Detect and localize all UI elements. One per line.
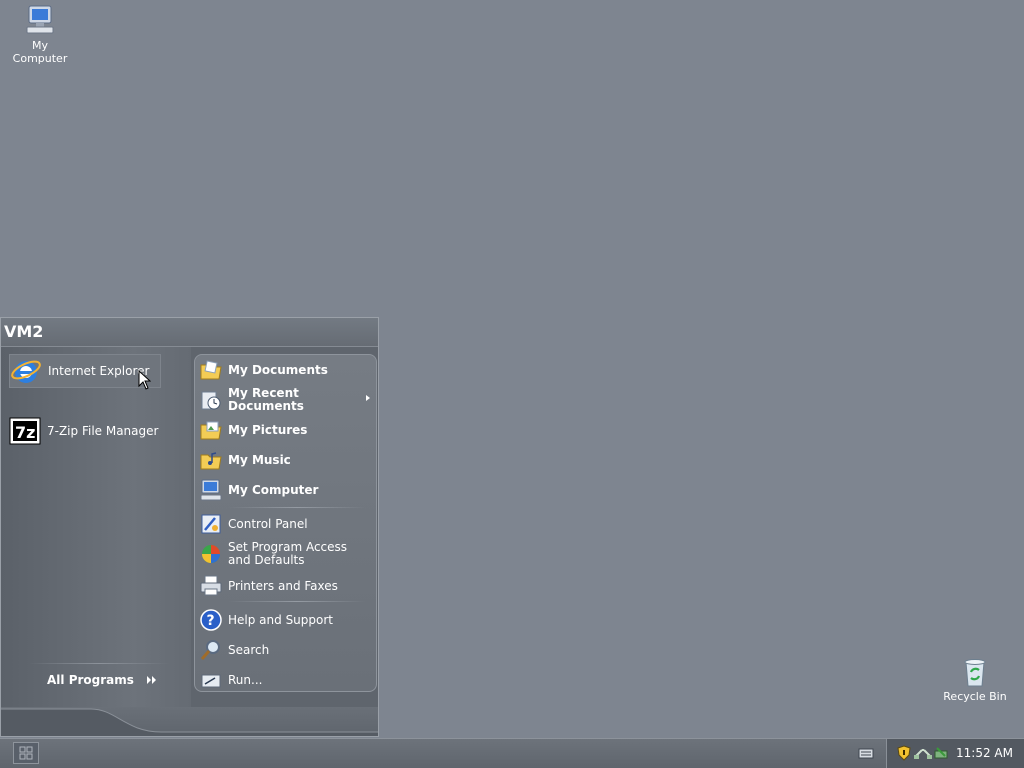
submenu-arrow-icon xyxy=(366,395,370,401)
keyboard-icon[interactable] xyxy=(858,746,874,760)
printer-icon xyxy=(200,575,222,596)
menu-item-label: My Documents xyxy=(228,362,328,377)
separator xyxy=(229,507,365,508)
menu-item-label: My Computer xyxy=(228,482,319,497)
music-folder-icon xyxy=(200,452,222,470)
taskbar: 11:52 AM xyxy=(0,738,1024,768)
menu-item-set-program-access[interactable]: Set Program Access and Defaults xyxy=(199,539,374,569)
menu-item-my-pictures[interactable]: My Pictures xyxy=(199,417,374,443)
separator xyxy=(229,601,365,602)
menu-item-label: Control Panel xyxy=(228,516,308,531)
help-icon: ? xyxy=(200,609,222,631)
run-icon xyxy=(201,674,221,688)
menu-item-my-computer[interactable]: My Computer xyxy=(199,477,374,503)
mouse-cursor-icon xyxy=(138,370,151,390)
menu-item-label: Search xyxy=(228,642,270,657)
security-shield-icon[interactable] xyxy=(897,745,911,761)
desktop-icon-my-computer[interactable]: My Computer xyxy=(0,3,80,65)
control-panel-icon xyxy=(201,514,221,534)
menu-item-search[interactable]: Search xyxy=(199,637,374,663)
my-computer-icon xyxy=(200,479,222,501)
menu-item-label: Set Program Access and Defaults xyxy=(228,540,348,567)
windows-logo-icon xyxy=(19,746,33,760)
recycle-bin-icon xyxy=(964,659,986,687)
menu-item-label: Printers and Faxes xyxy=(228,578,338,593)
menu-item-my-documents[interactable]: My Documents xyxy=(199,357,374,383)
desktop-icon-label: My Computer xyxy=(12,39,68,65)
start-menu-header: VM2 xyxy=(1,318,378,347)
desktop-icon-label: Recycle Bin xyxy=(943,690,1007,703)
menu-item-my-recent-documents[interactable]: My Recent Documents xyxy=(199,385,374,415)
menu-item-my-music[interactable]: My Music xyxy=(199,447,374,473)
menu-item-label: Run... xyxy=(228,672,263,687)
separator xyxy=(29,663,169,664)
menu-item-run[interactable]: Run... xyxy=(199,667,374,693)
my-computer-icon xyxy=(26,5,54,34)
menu-item-label: My Recent Documents xyxy=(228,386,304,413)
pinned-item-label: Internet Explorer xyxy=(48,364,150,378)
menu-item-help-and-support[interactable]: ? Help and Support xyxy=(199,607,374,633)
pinned-item-7zip[interactable]: 7z 7-Zip File Manager xyxy=(9,414,161,448)
places-pane: My Documents My Recent Documents My Pictu… xyxy=(194,354,377,692)
all-programs-button[interactable]: All Programs xyxy=(47,673,158,687)
program-access-icon xyxy=(202,545,220,563)
recent-documents-icon xyxy=(201,391,221,410)
clock[interactable]: 11:52 AM xyxy=(956,746,1013,760)
menu-item-printers-and-faxes[interactable]: Printers and Faxes xyxy=(199,573,374,599)
all-programs-label: All Programs xyxy=(47,673,134,687)
menu-item-label: My Pictures xyxy=(228,422,308,437)
menu-item-control-panel[interactable]: Control Panel xyxy=(199,511,374,537)
search-icon xyxy=(200,640,220,660)
start-menu-footer xyxy=(1,707,378,736)
start-button[interactable] xyxy=(13,742,39,764)
menu-item-label: My Music xyxy=(228,452,291,467)
network-icon[interactable] xyxy=(914,746,932,760)
svg-text:7z: 7z xyxy=(15,423,35,442)
menu-item-label: Help and Support xyxy=(228,612,333,627)
pinned-programs-pane: Internet Explorer 7z 7-Zip File Manager … xyxy=(1,347,191,707)
footer-curve xyxy=(1,708,378,736)
pictures-folder-icon xyxy=(200,421,222,440)
desktop-icon-recycle-bin[interactable]: Recycle Bin xyxy=(935,658,1015,703)
user-name: VM2 xyxy=(4,322,44,341)
svg-text:?: ? xyxy=(207,613,215,629)
internet-explorer-icon xyxy=(11,360,41,383)
7zip-icon: 7z xyxy=(9,417,41,445)
safely-remove-icon[interactable] xyxy=(933,745,949,761)
start-menu: VM2 Internet Explorer 7z 7-Zip File Mana… xyxy=(0,317,379,737)
folder-icon xyxy=(200,360,222,380)
double-arrow-right-icon xyxy=(146,676,156,684)
pinned-item-label: 7-Zip File Manager xyxy=(47,424,159,438)
